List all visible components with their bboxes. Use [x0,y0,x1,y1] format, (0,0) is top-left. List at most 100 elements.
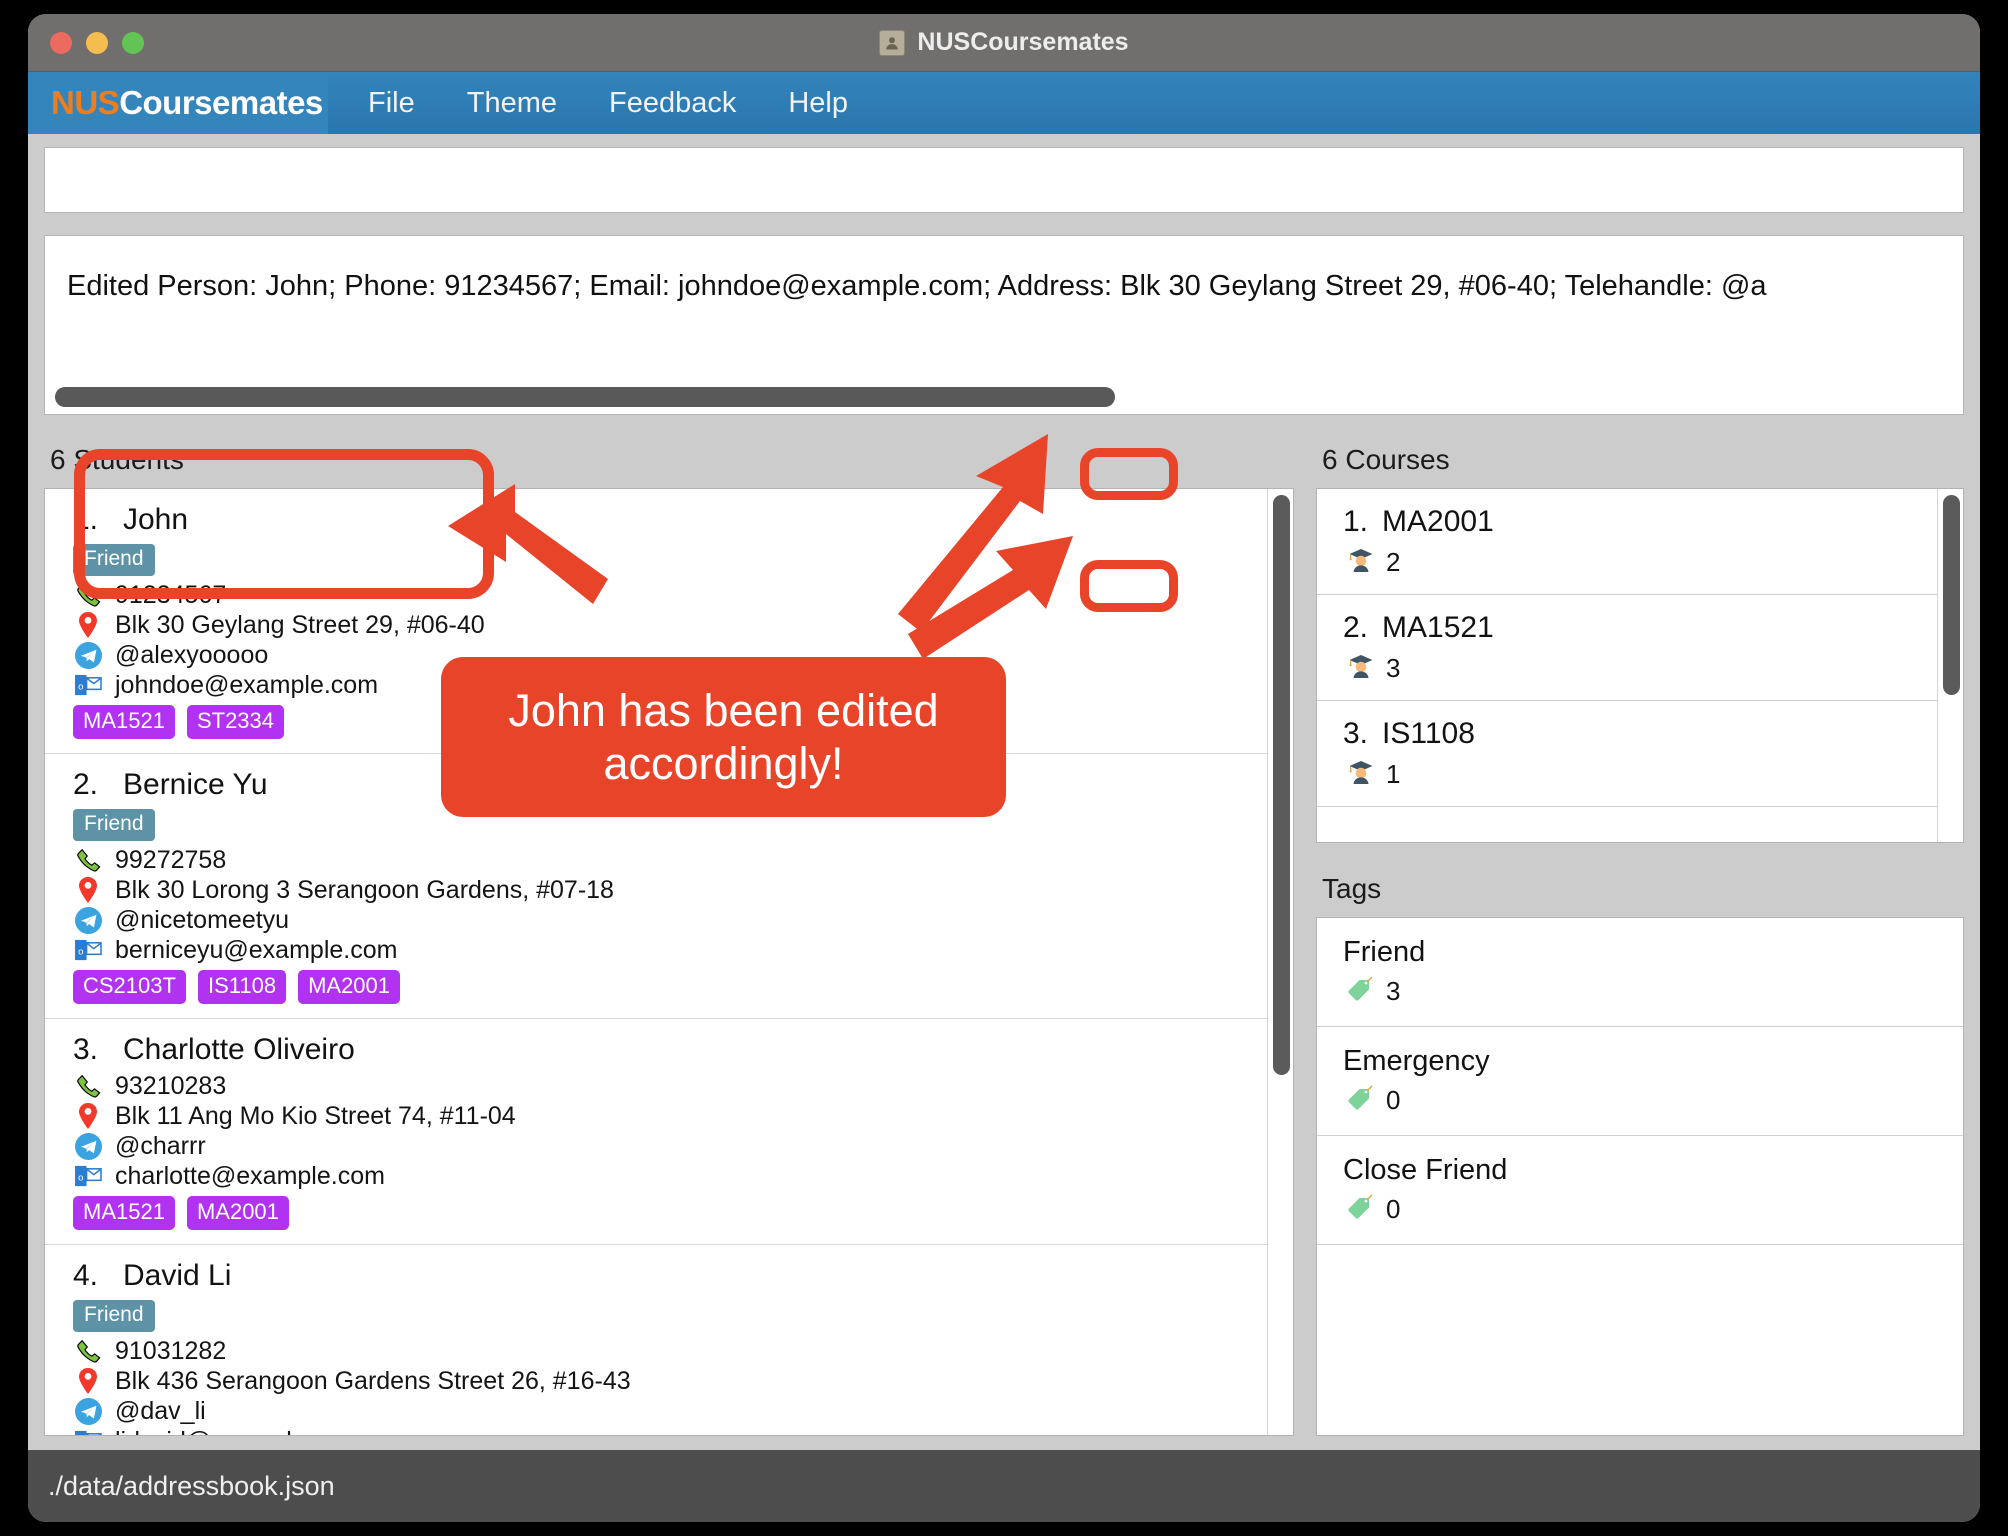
email-icon: o [73,673,103,698]
student-graduate-icon [1347,651,1375,686]
student-telehandle-row: @dav_li [73,1396,1273,1426]
student-phone-row: 99272758 [73,845,1273,875]
student-name-row: 2. Bernice Yu [73,768,1273,802]
student-address-row: Blk 436 Serangoon Gardens Street 26, #16… [73,1366,1273,1396]
student-telehandle-row: @nicetomeetyu [73,905,1273,935]
status-badge: Friend [73,1300,155,1332]
list-item[interactable]: 4. David Li Friend 91031282 Blk 436 Sera… [45,1245,1293,1435]
student-name-row: 3. Charlotte Oliveiro [73,1033,1273,1067]
students-scrollbar-thumb[interactable] [1273,495,1290,1075]
student-telehandle: @charrr [115,1132,206,1160]
student-index: 2. [73,768,99,801]
courses-heading: 6 Courses [1322,444,1450,475]
tag-count-row: 3 [1343,975,1943,1008]
student-name: David Li [123,1259,232,1292]
list-item[interactable]: 2. MA1521 3 [1317,595,1963,701]
student-phone-row: 91234567 [73,580,1273,610]
course-chip[interactable]: MA2001 [298,970,401,1004]
student-email: charlotte@example.com [115,1162,385,1190]
list-item[interactable]: 1. John Friend 91234567 Blk 30 Geylang S… [45,489,1293,754]
student-address: Blk 436 Serangoon Gardens Street 26, #16… [115,1367,631,1395]
student-email-row: o charlotte@example.com [73,1161,1273,1191]
student-email: lidavid@example.com [115,1427,360,1435]
student-telehandle: @alexyooooo [115,641,269,669]
student-index: 4. [73,1259,99,1292]
course-student-count-row: 1 [1343,757,1943,792]
phone-icon [73,1338,103,1364]
course-name-row: 3. IS1108 [1343,717,1943,751]
student-phone-row: 91031282 [73,1336,1273,1366]
telegram-icon [73,1132,103,1160]
course-code: MA1521 [1382,611,1494,644]
email-icon: o [73,1429,103,1435]
student-email: johndoe@example.com [115,671,379,699]
list-item[interactable]: Close Friend 0 [1317,1136,1963,1245]
students-scrollbar[interactable] [1267,489,1293,1435]
student-index: 1. [73,503,99,536]
svg-text:o: o [78,1172,83,1183]
course-code: IS1108 [1382,717,1475,750]
courses-tags-column: 6 Courses 1. MA2001 2 2. MA1521 3 3. IS1… [1316,440,1964,1436]
status-badge: Friend [73,544,155,576]
student-address: Blk 30 Geylang Street 29, #06-40 [115,611,485,639]
menu-feedback[interactable]: Feedback [587,81,758,126]
statusbar: ./data/addressbook.json [28,1450,1980,1522]
menu-help[interactable]: Help [766,81,870,126]
tags-heading: Tags [1322,873,1382,904]
menu-file[interactable]: File [346,81,437,126]
course-chip[interactable]: MA1521 [73,1196,175,1230]
courses-scrollbar[interactable] [1937,489,1963,842]
student-graduate-icon [1347,757,1375,792]
student-telehandle-row: @alexyooooo [73,640,1273,670]
course-index: 2. [1343,611,1369,644]
student-telehandle-row: @charrr [73,1131,1273,1161]
list-item[interactable]: 3. Charlotte Oliveiro 93210283 Blk 11 An… [45,1019,1293,1245]
course-student-count-row: 2 [1343,545,1943,580]
command-input[interactable] [44,147,1964,213]
student-name: John [123,503,189,536]
application-window: NUSCoursemates NUS Coursemates File Theme… [28,14,1980,1522]
list-item[interactable]: 3. IS1108 1 [1317,701,1963,807]
course-chip[interactable]: MA2001 [186,1196,289,1230]
location-pin-icon [73,1368,103,1394]
course-index: 1. [1343,505,1369,538]
tag-icon [1347,1084,1375,1117]
tag-label: Emergency [1343,1045,1490,1077]
tag-count: 3 [1386,976,1401,1006]
student-phone: 93210283 [115,1072,227,1100]
student-email-row: o berniceyu@example.com [73,935,1273,965]
telegram-icon [73,641,103,669]
course-chip[interactable]: IS1108 [197,970,287,1004]
telegram-icon [73,906,103,934]
students-heading: 6 Students [50,444,184,475]
app-brand-logo: NUS Coursemates [28,72,328,134]
student-phone: 99272758 [115,846,227,874]
student-name: Bernice Yu [123,768,268,801]
list-item[interactable]: 2. Bernice Yu Friend 99272758 Blk 30 Lor… [45,754,1293,1019]
window-body: Edited Person: John; Phone: 91234567; Em… [28,134,1980,1436]
telegram-icon [73,1397,103,1425]
course-chip[interactable]: MA1521 [73,705,175,739]
menu-theme[interactable]: Theme [445,81,579,126]
main-menubar: NUS Coursemates File Theme Feedback Help [28,72,1980,134]
student-email-row: o johndoe@example.com [73,670,1273,700]
course-code: MA2001 [1382,505,1494,538]
svg-text:o: o [78,681,83,692]
panel-gap [1294,440,1316,1436]
list-item[interactable]: Emergency 0 [1317,1027,1963,1136]
student-index: 3. [73,1033,99,1066]
course-chip[interactable]: ST2334 [186,705,285,739]
list-item[interactable]: 1. MA2001 2 [1317,489,1963,595]
courses-scrollbar-thumb[interactable] [1943,495,1960,695]
result-horizontal-scrollbar[interactable] [55,387,1115,407]
window-titlebar: NUSCoursemates [28,14,1980,72]
student-telehandle: @dav_li [115,1397,206,1425]
student-address-row: Blk 11 Ang Mo Kio Street 74, #11-04 [73,1101,1273,1131]
students-column: 6 Students 1. John Friend 91234567 Blk 3… [44,440,1294,1436]
student-course-chips: CS2103T IS1108 MA2001 [73,970,1273,1004]
student-address: Blk 30 Lorong 3 Serangoon Gardens, #07-1… [115,876,614,904]
list-item[interactable]: Friend 3 [1317,918,1963,1027]
course-chip[interactable]: CS2103T [73,970,186,1004]
student-address-row: Blk 30 Lorong 3 Serangoon Gardens, #07-1… [73,875,1273,905]
courses-list: 1. MA2001 2 2. MA1521 3 3. IS1108 1 [1316,488,1964,843]
